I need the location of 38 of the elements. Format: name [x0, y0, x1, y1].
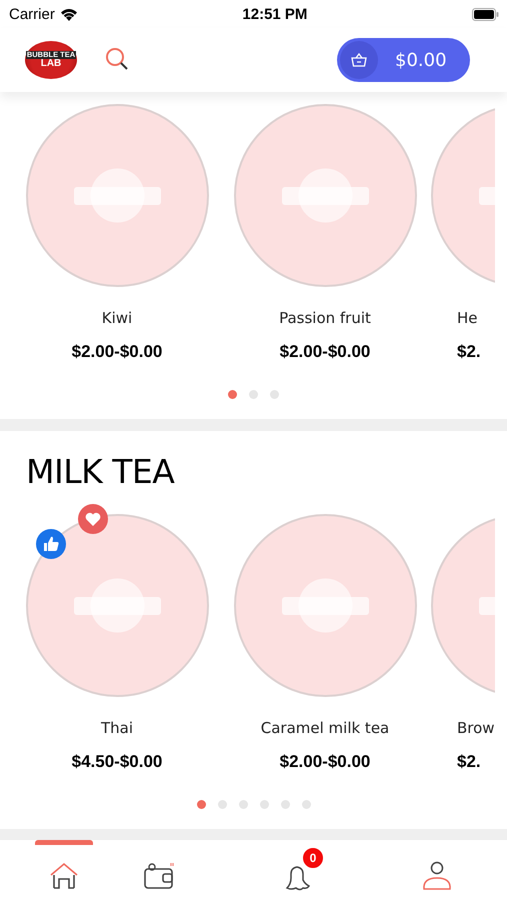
product-name: He: [457, 309, 478, 329]
product-name: Caramel milk tea: [260, 719, 390, 739]
page-indicator-dot[interactable]: [270, 390, 279, 399]
battery-icon: [472, 8, 499, 20]
page-indicator-dot[interactable]: [238, 800, 248, 809]
page-indicator-dot[interactable]: [249, 390, 258, 399]
person-icon: [421, 860, 454, 892]
clock-time: 12:51 PM: [242, 6, 308, 22]
product-image[interactable]: [234, 104, 416, 287]
basket-icon: [351, 53, 367, 67]
page-indicator-dot[interactable]: [196, 800, 206, 809]
page-indicator-dot[interactable]: [218, 800, 226, 809]
product-name: Kiwi: [102, 309, 132, 329]
section-title: MILK TEA: [26, 452, 176, 492]
product-price: $2.00-$0.00: [280, 752, 370, 772]
notifications-tab[interactable]: 0: [228, 840, 368, 900]
product-name: Brow: [457, 719, 495, 739]
notification-count: 0: [302, 847, 324, 869]
product-price: $4.50-$0.00: [72, 752, 162, 772]
product-price: $2.: [457, 752, 481, 772]
thumbs-up-icon[interactable]: [36, 529, 66, 559]
page-indicator-dot[interactable]: [228, 390, 237, 399]
home-icon: [49, 860, 79, 890]
wallet-icon: [142, 860, 175, 890]
product-name: Thai: [100, 719, 134, 739]
product-price: $2.: [457, 342, 481, 362]
product-price: $2.00-$0.00: [280, 342, 370, 362]
cart-button[interactable]: $0.00: [337, 38, 470, 82]
product-image[interactable]: [26, 104, 208, 287]
product-name: Passion fruit: [279, 309, 371, 329]
carrier-label: Carrier: [9, 6, 55, 22]
product-price: $2.00-$0.00: [72, 342, 162, 362]
page-indicator-dot[interactable]: [260, 800, 268, 809]
page-indicator-dot[interactable]: [280, 800, 290, 809]
product-image[interactable]: [26, 514, 208, 697]
wifi-icon: [60, 8, 78, 20]
page-indicator-dot[interactable]: [302, 800, 310, 809]
product-image[interactable]: [234, 514, 416, 697]
